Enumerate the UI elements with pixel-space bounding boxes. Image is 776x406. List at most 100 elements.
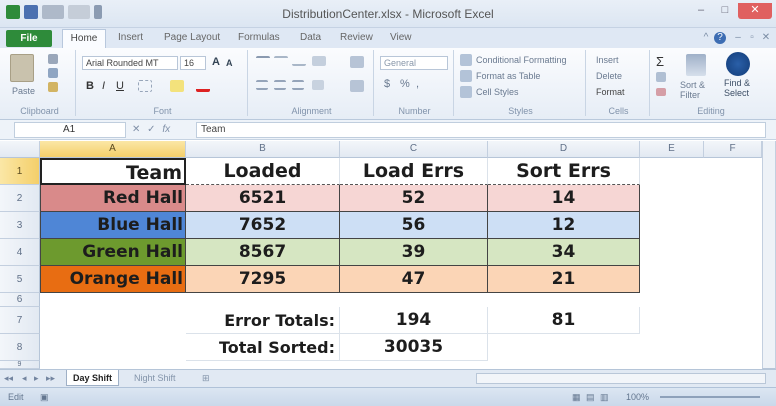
tab-formulas[interactable]: Formulas [238,32,280,43]
find-select-label-2[interactable]: Select [724,88,749,98]
insert-cells-button[interactable]: Insert [596,55,619,65]
tab-review[interactable]: Review [340,32,373,43]
format-painter-icon[interactable] [48,82,58,92]
column-header-b[interactable]: B [186,141,340,158]
team-row-4-sort-errs[interactable]: 21 [488,266,640,293]
conditional-formatting-button[interactable]: Conditional Formatting [476,55,567,65]
first-sheet-icon[interactable]: ◂◂ [4,373,13,384]
font-size-select[interactable]: 16 [180,56,206,70]
cell-d1-sort-errs-header[interactable]: Sort Errs [488,158,640,185]
team-row-1-load-errs[interactable]: 52 [340,185,488,212]
percent-button[interactable]: % [400,78,410,90]
sheet-tab-day-shift[interactable]: Day Shift [66,370,120,386]
horizontal-scrollbar[interactable] [476,373,766,384]
grow-font-button[interactable]: A [212,56,220,68]
format-as-table-button[interactable]: Format as Table [476,71,540,81]
row-header-6[interactable]: 6 [0,293,40,307]
total-sorted-label[interactable]: Total Sorted: [186,334,340,361]
row-header-8[interactable]: 8 [0,334,40,361]
error-totals-load[interactable]: 194 [340,307,488,334]
format-cells-button[interactable]: Format [596,87,625,97]
team-row-4-loaded[interactable]: 7295 [186,266,340,293]
page-layout-view-icon[interactable]: ▤ [586,392,595,403]
tab-file[interactable]: File [6,30,52,47]
team-row-2-load-errs[interactable]: 56 [340,212,488,239]
tab-insert[interactable]: Insert [118,32,143,43]
row-header-2[interactable]: 2 [0,185,40,212]
select-all-corner[interactable] [0,141,40,158]
paste-label[interactable]: Paste [12,86,35,96]
sort-filter-button[interactable]: Sort & Filter [680,80,716,100]
conditional-formatting-icon[interactable] [460,54,472,66]
team-row-3-loaded[interactable]: 8567 [186,239,340,266]
macro-record-icon[interactable]: ▣ [40,392,49,403]
column-header-a[interactable]: A [40,141,186,158]
last-sheet-icon[interactable]: ▸▸ [46,373,55,384]
cell-styles-button[interactable]: Cell Styles [476,87,519,97]
enter-icon[interactable]: ✓ [147,124,155,135]
column-header-e[interactable]: E [640,141,704,158]
column-header-c[interactable]: C [340,141,488,158]
fill-icon[interactable] [656,72,666,82]
team-row-3-load-errs[interactable]: 39 [340,239,488,266]
currency-button[interactable]: $ [384,78,390,90]
minimize-ribbon-icon[interactable]: ^ [700,32,712,44]
zoom-level[interactable]: 100% [626,392,649,402]
orientation-icon[interactable] [312,56,326,66]
prev-sheet-icon[interactable]: ◂ [22,373,27,384]
tab-page-layout[interactable]: Page Layout [164,32,220,43]
maximize-button[interactable]: □ [714,3,736,19]
cell-styles-icon[interactable] [460,86,472,98]
insert-function-icon[interactable]: fx [162,124,170,135]
sheet-tab-night-shift[interactable]: Night Shift [128,370,182,386]
fill-color-icon[interactable] [170,80,184,92]
align-center-icon[interactable] [274,80,286,90]
find-select-icon[interactable] [726,52,750,76]
sort-filter-icon[interactable] [686,54,706,76]
row-header-4[interactable]: 4 [0,239,40,266]
format-as-table-icon[interactable] [460,70,472,82]
tab-data[interactable]: Data [300,32,321,43]
team-row-2-loaded[interactable]: 7652 [186,212,340,239]
italic-button[interactable]: I [102,80,105,92]
row-header-5[interactable]: 5 [0,266,40,293]
borders-icon[interactable] [138,80,152,92]
find-select-label-1[interactable]: Find & [724,78,750,88]
cell-a1-team-header[interactable]: Team [40,158,186,185]
tab-view[interactable]: View [390,32,412,43]
next-sheet-icon[interactable]: ▸ [34,373,39,384]
cancel-icon[interactable]: ✕ [132,124,140,135]
error-totals-sort[interactable]: 81 [488,307,640,334]
bold-button[interactable]: B [86,80,94,92]
workbook-close-icon[interactable]: ✕ [760,32,772,44]
comma-button[interactable]: , [416,78,419,90]
minimize-button[interactable]: – [690,3,712,19]
column-header-f[interactable]: F [704,141,762,158]
vertical-scrollbar[interactable] [762,141,776,369]
name-box[interactable]: A1 [14,122,126,138]
row-header-7[interactable]: 7 [0,307,40,334]
team-row-1-sort-errs[interactable]: 14 [488,185,640,212]
font-name-select[interactable]: Arial Rounded MT [82,56,178,70]
align-bottom-icon[interactable] [292,56,306,66]
workbook-restore-icon[interactable]: ▫ [746,32,758,44]
wrap-text-icon[interactable] [350,56,364,68]
close-button[interactable]: ✕ [738,3,772,19]
align-left-icon[interactable] [256,80,268,90]
team-row-4-load-errs[interactable]: 47 [340,266,488,293]
team-row-2-sort-errs[interactable]: 12 [488,212,640,239]
underline-button[interactable]: U [116,80,124,92]
align-right-icon[interactable] [292,80,304,90]
paste-icon[interactable] [10,54,34,82]
team-row-3-sort-errs[interactable]: 34 [488,239,640,266]
cut-icon[interactable] [48,54,58,64]
align-top-icon[interactable] [256,56,270,66]
team-row-3-name[interactable]: Green Hall [40,239,186,266]
formula-input[interactable]: Team [196,122,766,138]
row-header-9[interactable]: 9 [0,361,40,369]
zoom-slider[interactable] [660,396,760,398]
clear-icon[interactable] [656,88,666,96]
team-row-1-loaded[interactable]: 6521 [186,185,340,212]
total-sorted-value[interactable]: 30035 [340,334,488,361]
align-middle-icon[interactable] [274,56,288,66]
